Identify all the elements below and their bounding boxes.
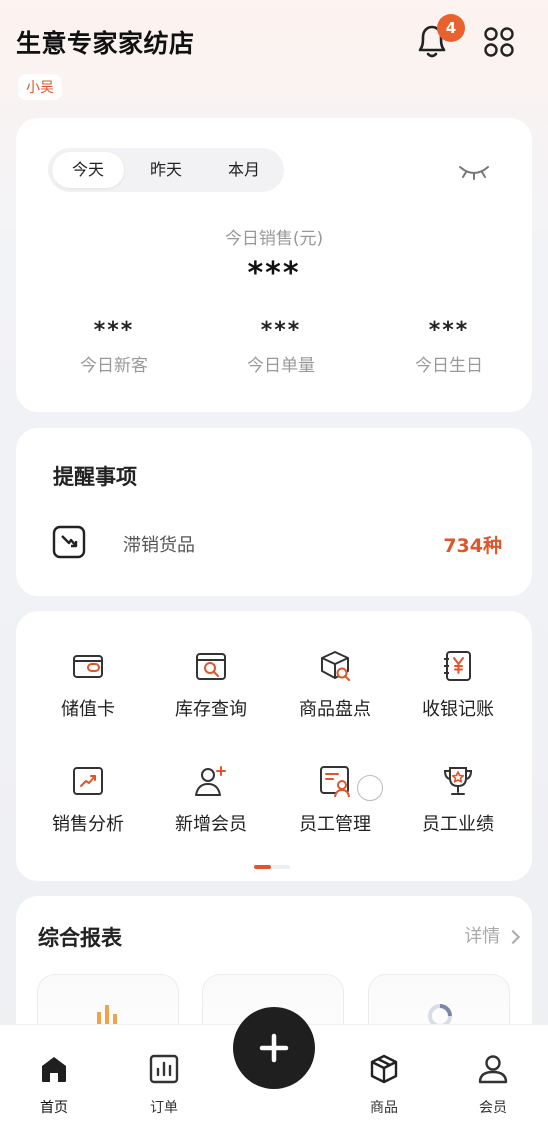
func-label: 商品盘点 (299, 699, 371, 720)
staff-manage-icon (320, 766, 350, 798)
apps-grid-icon[interactable] (483, 26, 515, 58)
reminders-title: 提醒事项 (53, 465, 137, 489)
add-button[interactable] (233, 1007, 315, 1089)
func-label: 库存查询 (175, 699, 247, 720)
inventory-search-icon (196, 653, 226, 680)
eye-closed-icon[interactable] (458, 163, 490, 181)
stat-label: 今日单量 (247, 356, 315, 376)
func-stored-value-card[interactable]: 储值卡 (27, 649, 149, 721)
chevron-right-icon (505, 929, 521, 945)
func-label: 员工业绩 (422, 814, 494, 835)
func-inventory-query[interactable]: 库存查询 (150, 649, 272, 721)
report-detail-link[interactable]: 详情 (464, 922, 521, 948)
report-title: 综合报表 (38, 926, 122, 950)
stat-birthdays: *** 今日生日 (369, 318, 529, 376)
func-add-member[interactable]: 新增会员 (150, 764, 272, 836)
func-label: 新增会员 (175, 814, 247, 835)
nav-label: 会员 (479, 1100, 507, 1116)
stat-value: *** (260, 318, 302, 343)
stat-order-count: *** 今日单量 (201, 318, 361, 376)
order-chart-icon (149, 1054, 179, 1084)
page-dot (272, 865, 290, 869)
func-sales-analysis[interactable]: 销售分析 (27, 764, 149, 836)
notification-badge: 4 (437, 14, 465, 42)
tab-yesterday[interactable]: 昨天 (128, 152, 204, 188)
func-staff-performance[interactable]: 员工业绩 (397, 764, 519, 836)
func-stock-take[interactable]: 商品盘点 (274, 649, 396, 721)
today-sales-value: *** (247, 256, 301, 291)
stat-label: 今日生日 (415, 356, 483, 376)
page-indicator (254, 865, 290, 869)
package-icon (370, 1054, 398, 1084)
nav-products[interactable]: 商品 (349, 1053, 419, 1117)
trend-down-icon (52, 525, 86, 559)
slow-moving-goods-label[interactable]: 滞销货品 (123, 531, 195, 557)
tab-today[interactable]: 今天 (52, 152, 124, 188)
store-name: 生意专家家纺店 (16, 29, 195, 58)
nav-members[interactable]: 会员 (458, 1053, 528, 1117)
user-icon (478, 1055, 508, 1084)
func-label: 收银记账 (422, 699, 494, 720)
stat-value: *** (93, 318, 135, 343)
func-label: 储值卡 (61, 699, 115, 720)
floating-touch-indicator[interactable] (357, 775, 383, 801)
today-sales-label: 今日销售(元) (224, 229, 324, 249)
date-range-tabs: 今天 昨天 本月 (48, 148, 284, 192)
add-member-icon (195, 766, 226, 796)
func-label: 销售分析 (52, 814, 124, 835)
plus-icon (259, 1033, 289, 1063)
nav-label: 首页 (40, 1100, 68, 1116)
wallet-card-icon (73, 655, 103, 678)
nav-home[interactable]: 首页 (19, 1053, 89, 1117)
trend-chart-icon (73, 767, 103, 795)
page-dot-active (254, 865, 271, 869)
func-staff-management[interactable]: 员工管理 (274, 764, 396, 836)
sales-overview-card: 今天 昨天 本月 今日销售(元) *** *** 今日新客 *** 今日单量 *… (16, 118, 532, 412)
bar-chart-icon (97, 1005, 117, 1025)
app-header: 生意专家家纺店 小吴 4 (0, 0, 548, 110)
box-search-icon (321, 651, 350, 681)
func-cashier-ledger[interactable]: 收银记账 (397, 649, 519, 721)
nav-label: 商品 (370, 1100, 398, 1116)
stat-value: *** (428, 318, 470, 343)
nav-orders[interactable]: 订单 (129, 1053, 199, 1117)
home-icon (42, 1057, 66, 1082)
stat-new-customers: *** 今日新客 (34, 318, 194, 376)
slow-moving-goods-count[interactable]: 734种 (443, 531, 502, 558)
function-grid-card: 储值卡 库存查询 商品盘点 收银记账 销售分析 新增会员 员工管理 员工业绩 (16, 611, 532, 881)
func-label: 员工管理 (299, 814, 371, 835)
reminders-card: 提醒事项 滞销货品 734种 (16, 428, 532, 596)
nav-label: 订单 (150, 1100, 178, 1116)
ledger-yen-icon (444, 651, 471, 681)
stat-label: 今日新客 (80, 356, 148, 376)
user-tag[interactable]: 小吴 (18, 74, 62, 100)
tab-this-month[interactable]: 本月 (208, 152, 280, 188)
trophy-icon (443, 767, 473, 795)
report-detail-label: 详情 (464, 926, 501, 947)
